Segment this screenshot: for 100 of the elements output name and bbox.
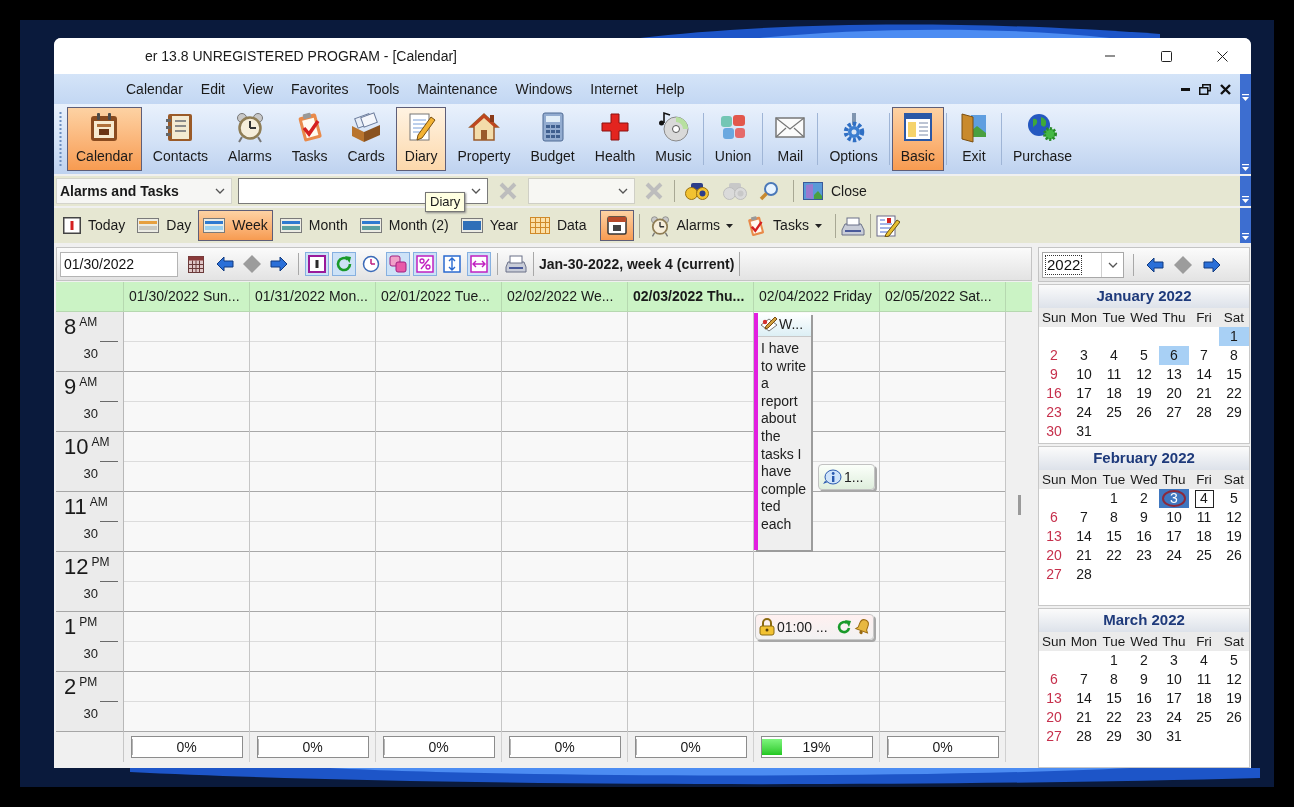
calendar-day[interactable]: 6 (1159, 346, 1189, 365)
calendar-day[interactable]: 5 (1219, 489, 1249, 508)
search-icon[interactable] (759, 181, 779, 201)
calendar-day[interactable]: 8 (1099, 670, 1129, 689)
toolbar-button[interactable]: Purchase (1003, 107, 1082, 171)
close-view-button[interactable]: Close (800, 178, 870, 204)
toolbar-button[interactable]: Options (820, 107, 887, 171)
calendar-day[interactable]: 2 (1039, 346, 1069, 365)
menu-item[interactable]: Help (646, 77, 694, 101)
toolbar-options-button[interactable] (1240, 208, 1251, 243)
toolbar-button[interactable]: Alarms (219, 107, 281, 171)
calendar-day[interactable]: 22 (1099, 546, 1129, 565)
calendar-day[interactable]: 18 (1189, 527, 1219, 546)
toggle-button[interactable] (413, 252, 437, 276)
calendar-day[interactable]: 8 (1099, 508, 1129, 527)
calendar-day[interactable]: 28 (1069, 565, 1099, 584)
view-button[interactable]: Month (274, 210, 353, 241)
calendar-day[interactable]: 26 (1219, 546, 1249, 565)
calendar-day[interactable]: 11 (1189, 670, 1219, 689)
calendar-day[interactable]: 27 (1039, 727, 1069, 746)
restore-icon[interactable] (1199, 83, 1211, 95)
calendar-grid-icon[interactable] (188, 255, 204, 273)
calendar-day[interactable]: 3 (1159, 651, 1189, 670)
calendar-day[interactable]: 16 (1129, 689, 1159, 708)
calendar-day[interactable]: 27 (1159, 403, 1189, 422)
calendar-day[interactable]: 28 (1189, 403, 1219, 422)
menu-item[interactable]: Internet (581, 77, 647, 101)
calendar-day[interactable]: 13 (1039, 527, 1069, 546)
calendar-day[interactable]: 10 (1069, 365, 1099, 384)
calendar-day[interactable]: 5 (1129, 346, 1159, 365)
calendar-day[interactable]: 30 (1039, 422, 1069, 441)
calendar-day[interactable]: 12 (1219, 508, 1249, 527)
calendar-day[interactable]: 22 (1219, 384, 1249, 403)
day-header[interactable]: 02/01/2022 Tue... (376, 282, 502, 311)
menu-item[interactable]: Windows (506, 77, 582, 101)
calendar-day[interactable]: 14 (1069, 689, 1099, 708)
calendar-day[interactable]: 26 (1129, 403, 1159, 422)
calendar-day[interactable]: 9 (1039, 365, 1069, 384)
calendar-day[interactable]: 2 (1129, 489, 1159, 508)
calendar-day[interactable]: 10 (1159, 508, 1189, 527)
toggle-button[interactable] (386, 252, 410, 276)
toolbar-button[interactable]: Exit (948, 107, 999, 171)
printer-icon[interactable] (505, 255, 527, 273)
dropdown-menu-button[interactable]: Alarms (644, 211, 738, 240)
binoculars-icon[interactable] (685, 182, 709, 200)
info-entry[interactable]: 1... (818, 464, 875, 490)
notepad-pencil-icon[interactable] (875, 214, 900, 237)
menu-item[interactable]: Edit (191, 77, 234, 101)
menu-item[interactable]: Maintenance (408, 77, 507, 101)
calendar-day[interactable]: 24 (1159, 708, 1189, 727)
calendar-day[interactable]: 15 (1099, 689, 1129, 708)
day-header[interactable]: 02/02/2022 We... (502, 282, 628, 311)
alarm-entry[interactable]: 01:00 ... (755, 614, 874, 640)
calendar-day[interactable]: 15 (1099, 527, 1129, 546)
date-field[interactable]: 01/30/2022 (60, 251, 178, 277)
calendar-day[interactable]: 22 (1099, 708, 1129, 727)
arrow-right-icon[interactable] (270, 256, 288, 272)
calendar-day[interactable]: 26 (1219, 708, 1249, 727)
calendar-day[interactable]: 6 (1039, 670, 1069, 689)
toolbar-button[interactable]: Tasks (282, 107, 337, 171)
day-header[interactable]: 02/03/2022 Thu... (628, 282, 754, 311)
calendar-day[interactable]: 31 (1069, 422, 1099, 441)
calendar-day[interactable]: 31 (1159, 727, 1189, 746)
calendar-day[interactable]: 18 (1189, 689, 1219, 708)
day-header[interactable]: 01/31/2022 Mon... (250, 282, 376, 311)
category-dropdown[interactable]: Alarms and Tasks (56, 178, 232, 204)
printer-icon[interactable] (840, 215, 865, 236)
toolbar-button[interactable]: Budget (521, 107, 584, 171)
close-icon[interactable] (1220, 83, 1231, 95)
calendar-day[interactable]: 8 (1219, 346, 1249, 365)
calendar-day[interactable]: 7 (1189, 346, 1219, 365)
calendar-day[interactable]: 12 (1219, 670, 1249, 689)
arrow-left-icon[interactable] (1146, 256, 1164, 273)
toolbar-button[interactable]: Union (705, 107, 761, 171)
calendar-day[interactable]: 4 (1189, 651, 1219, 670)
toggle-button[interactable] (467, 252, 491, 276)
minimize-icon[interactable] (1181, 87, 1190, 91)
diamond-icon[interactable] (242, 254, 262, 274)
calendar-day[interactable]: 16 (1129, 527, 1159, 546)
view-button[interactable]: Year (455, 210, 523, 241)
calendar-day[interactable]: 15 (1219, 365, 1249, 384)
toolbar-button[interactable]: Music (646, 107, 701, 171)
dropdown-menu-button[interactable]: Tasks (741, 211, 826, 240)
view-button[interactable]: Day (132, 210, 197, 241)
calendar-day[interactable]: 9 (1129, 670, 1159, 689)
toggle-button[interactable] (440, 252, 464, 276)
toolbar-options-button[interactable] (1240, 104, 1251, 174)
day-header[interactable]: 02/04/2022 Friday (754, 282, 880, 311)
calendar-day[interactable]: 9 (1129, 508, 1159, 527)
calendar-day[interactable]: 24 (1069, 403, 1099, 422)
calendar-day[interactable]: 1 (1099, 489, 1129, 508)
calendar-day[interactable]: 21 (1069, 708, 1099, 727)
calendar-day[interactable]: 3 (1069, 346, 1099, 365)
menu-item[interactable]: Tools (357, 77, 409, 101)
calendar-day[interactable]: 14 (1069, 527, 1099, 546)
calendar-day[interactable]: 11 (1099, 365, 1129, 384)
calendar-day[interactable]: 7 (1069, 670, 1099, 689)
diamond-icon[interactable] (1173, 254, 1193, 275)
calendar-day[interactable]: 20 (1159, 384, 1189, 403)
calendar-day[interactable]: 21 (1069, 546, 1099, 565)
